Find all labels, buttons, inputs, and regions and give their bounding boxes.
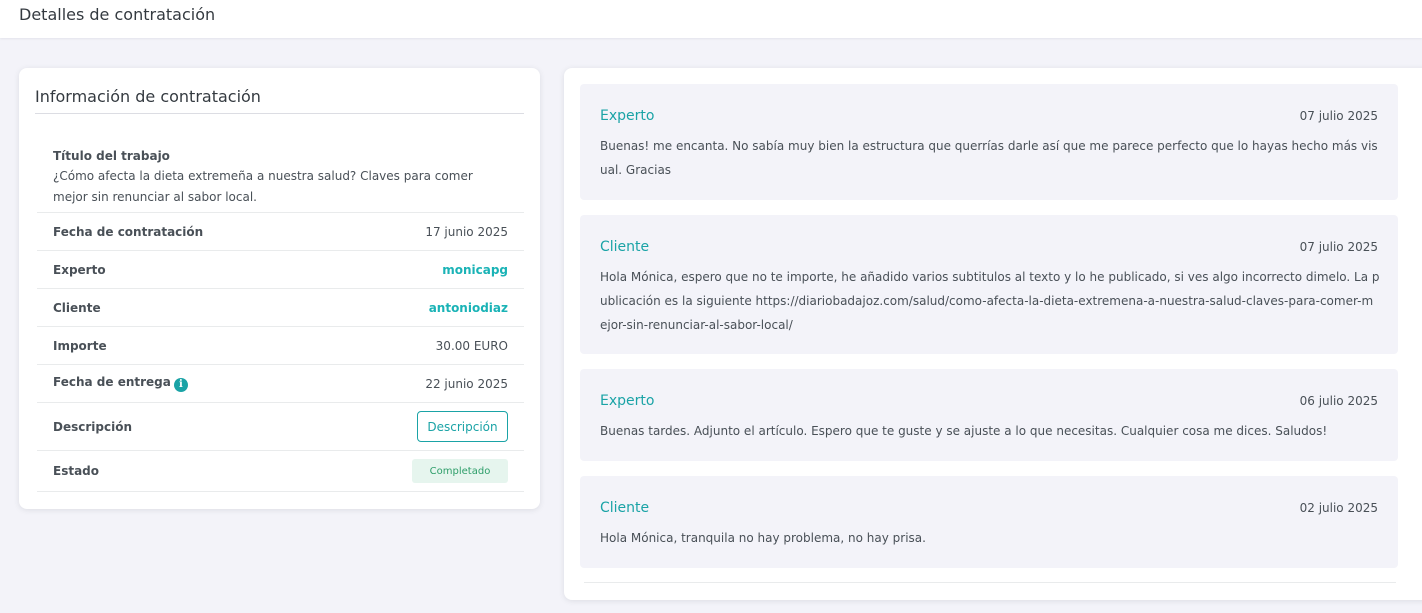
delivery-date-label: Fecha de entrega bbox=[53, 375, 171, 389]
message-text: Buenas! me encanta. No sabía muy bien la… bbox=[600, 139, 1378, 177]
hire-date-label: Fecha de contratación bbox=[53, 224, 204, 239]
message-item: Cliente 02 julio 2025 Hola Mónica, tranq… bbox=[580, 476, 1398, 568]
expert-label: Experto bbox=[53, 262, 106, 277]
message-author: Cliente bbox=[600, 500, 650, 516]
hire-date-row: Fecha de contratación 17 junio 2025 bbox=[37, 213, 524, 251]
status-badge: Completado bbox=[412, 459, 508, 483]
messages-card: Experto 07 julio 2025 Buenas! me encanta… bbox=[564, 68, 1422, 600]
delivery-date-label-wrap: Fecha de entrega i bbox=[53, 375, 188, 392]
message-author: Cliente bbox=[600, 239, 650, 255]
description-label: Descripción bbox=[53, 419, 132, 434]
message-item: Experto 07 julio 2025 Buenas! me encanta… bbox=[580, 84, 1398, 200]
amount-value: 30.00 EURO bbox=[435, 338, 508, 353]
description-button[interactable]: Descripción bbox=[417, 411, 508, 442]
top-bar: Detalles de contratación bbox=[0, 0, 1422, 38]
card-title: Información de contratación bbox=[35, 87, 261, 106]
message-date: 02 julio 2025 bbox=[1299, 501, 1378, 515]
page-title: Detalles de contratación bbox=[19, 5, 216, 24]
amount-row: Importe 30.00 EURO bbox=[37, 327, 524, 365]
info-circle-icon[interactable]: i bbox=[173, 378, 188, 392]
message-item: Cliente 07 julio 2025 Hola Mónica, esper… bbox=[580, 215, 1398, 354]
message-item: Experto 06 julio 2025 Buenas tardes. Adj… bbox=[580, 369, 1398, 461]
expert-row: Experto monicapg bbox=[37, 251, 524, 289]
delivery-date-value: 22 junio 2025 bbox=[425, 376, 508, 391]
message-text: Hola Mónica, tranquila no hay problema, … bbox=[600, 531, 926, 545]
message-author: Experto bbox=[600, 393, 655, 409]
client-row: Cliente antoniodiaz bbox=[37, 289, 524, 327]
message-date: 07 julio 2025 bbox=[1299, 109, 1378, 123]
expert-link[interactable]: monicapg bbox=[442, 263, 508, 277]
card-divider bbox=[35, 113, 524, 114]
message-date: 06 julio 2025 bbox=[1299, 394, 1378, 408]
client-label: Cliente bbox=[53, 300, 101, 315]
delivery-date-row: Fecha de entrega i 22 junio 2025 bbox=[37, 365, 524, 403]
job-title-label: Título del trabajo bbox=[53, 149, 170, 163]
message-author: Experto bbox=[600, 108, 655, 124]
status-label: Estado bbox=[53, 464, 100, 478]
messages-divider bbox=[584, 582, 1396, 583]
hire-date-value: 17 junio 2025 bbox=[425, 224, 508, 239]
message-text: Buenas tardes. Adjunto el artículo. Espe… bbox=[600, 424, 1328, 438]
hiring-info-card: Información de contratación Título del t… bbox=[19, 68, 540, 509]
message-text: Hola Mónica, espero que no te importe, h… bbox=[600, 270, 1380, 332]
job-title-row: Título del trabajo ¿Cómo afecta la dieta… bbox=[37, 136, 524, 213]
message-date: 07 julio 2025 bbox=[1299, 240, 1378, 254]
status-row: Estado Completado bbox=[37, 451, 524, 492]
amount-label: Importe bbox=[53, 338, 107, 353]
job-title-value: ¿Cómo afecta la dieta extremeña a nuestr… bbox=[53, 169, 473, 204]
info-table: Título del trabajo ¿Cómo afecta la dieta… bbox=[37, 136, 524, 492]
client-link[interactable]: antoniodiaz bbox=[429, 301, 508, 315]
description-row: Descripción Descripción bbox=[37, 403, 524, 451]
